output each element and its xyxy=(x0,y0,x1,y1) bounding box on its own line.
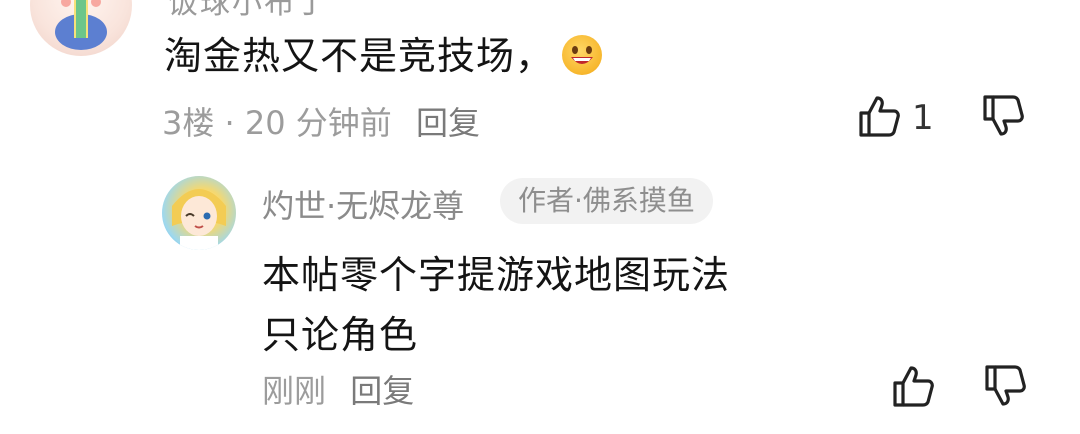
meta-separator: · xyxy=(214,104,245,142)
like-button[interactable] xyxy=(890,362,938,414)
like-count: 1 xyxy=(912,98,934,138)
comment-text-line: 只论角色 xyxy=(262,313,419,357)
grinning-face-icon xyxy=(562,35,603,75)
dislike-button[interactable] xyxy=(982,362,1030,414)
reply-button[interactable]: 回复 xyxy=(416,104,480,142)
floor-number: 3楼 xyxy=(162,104,215,142)
avatar[interactable] xyxy=(30,0,132,56)
comment-meta: 刚刚 回复 xyxy=(262,366,414,412)
avatar-illustration xyxy=(172,189,226,250)
comment-author[interactable]: 灼世·无烬龙尊 xyxy=(262,181,464,227)
thumbs-up-icon xyxy=(859,96,900,137)
timestamp: 刚刚 xyxy=(262,372,327,410)
thumbs-down-icon xyxy=(985,365,1026,406)
timestamp: 20 分钟前 xyxy=(244,104,392,142)
thumbs-up-icon xyxy=(893,366,934,407)
like-button[interactable] xyxy=(856,92,904,144)
thumbs-down-icon xyxy=(983,95,1024,136)
comment-text: 本帖零个字提游戏地图玩法 只论角色 xyxy=(262,245,730,365)
dislike-button[interactable] xyxy=(980,92,1028,144)
comment-meta: 3楼 · 20 分钟前 回复 xyxy=(162,98,480,144)
reply-button[interactable]: 回复 xyxy=(350,372,414,410)
avatar[interactable] xyxy=(162,176,236,250)
avatar-illustration xyxy=(55,0,107,50)
comment-author[interactable]: 饭球小布丁 xyxy=(168,0,328,22)
comment-text: 淘金热又不是竞技场， xyxy=(164,33,603,79)
author-badge: 作者·佛系摸鱼 xyxy=(500,178,713,224)
comment-text-line: 本帖零个字提游戏地图玩法 xyxy=(262,253,731,297)
